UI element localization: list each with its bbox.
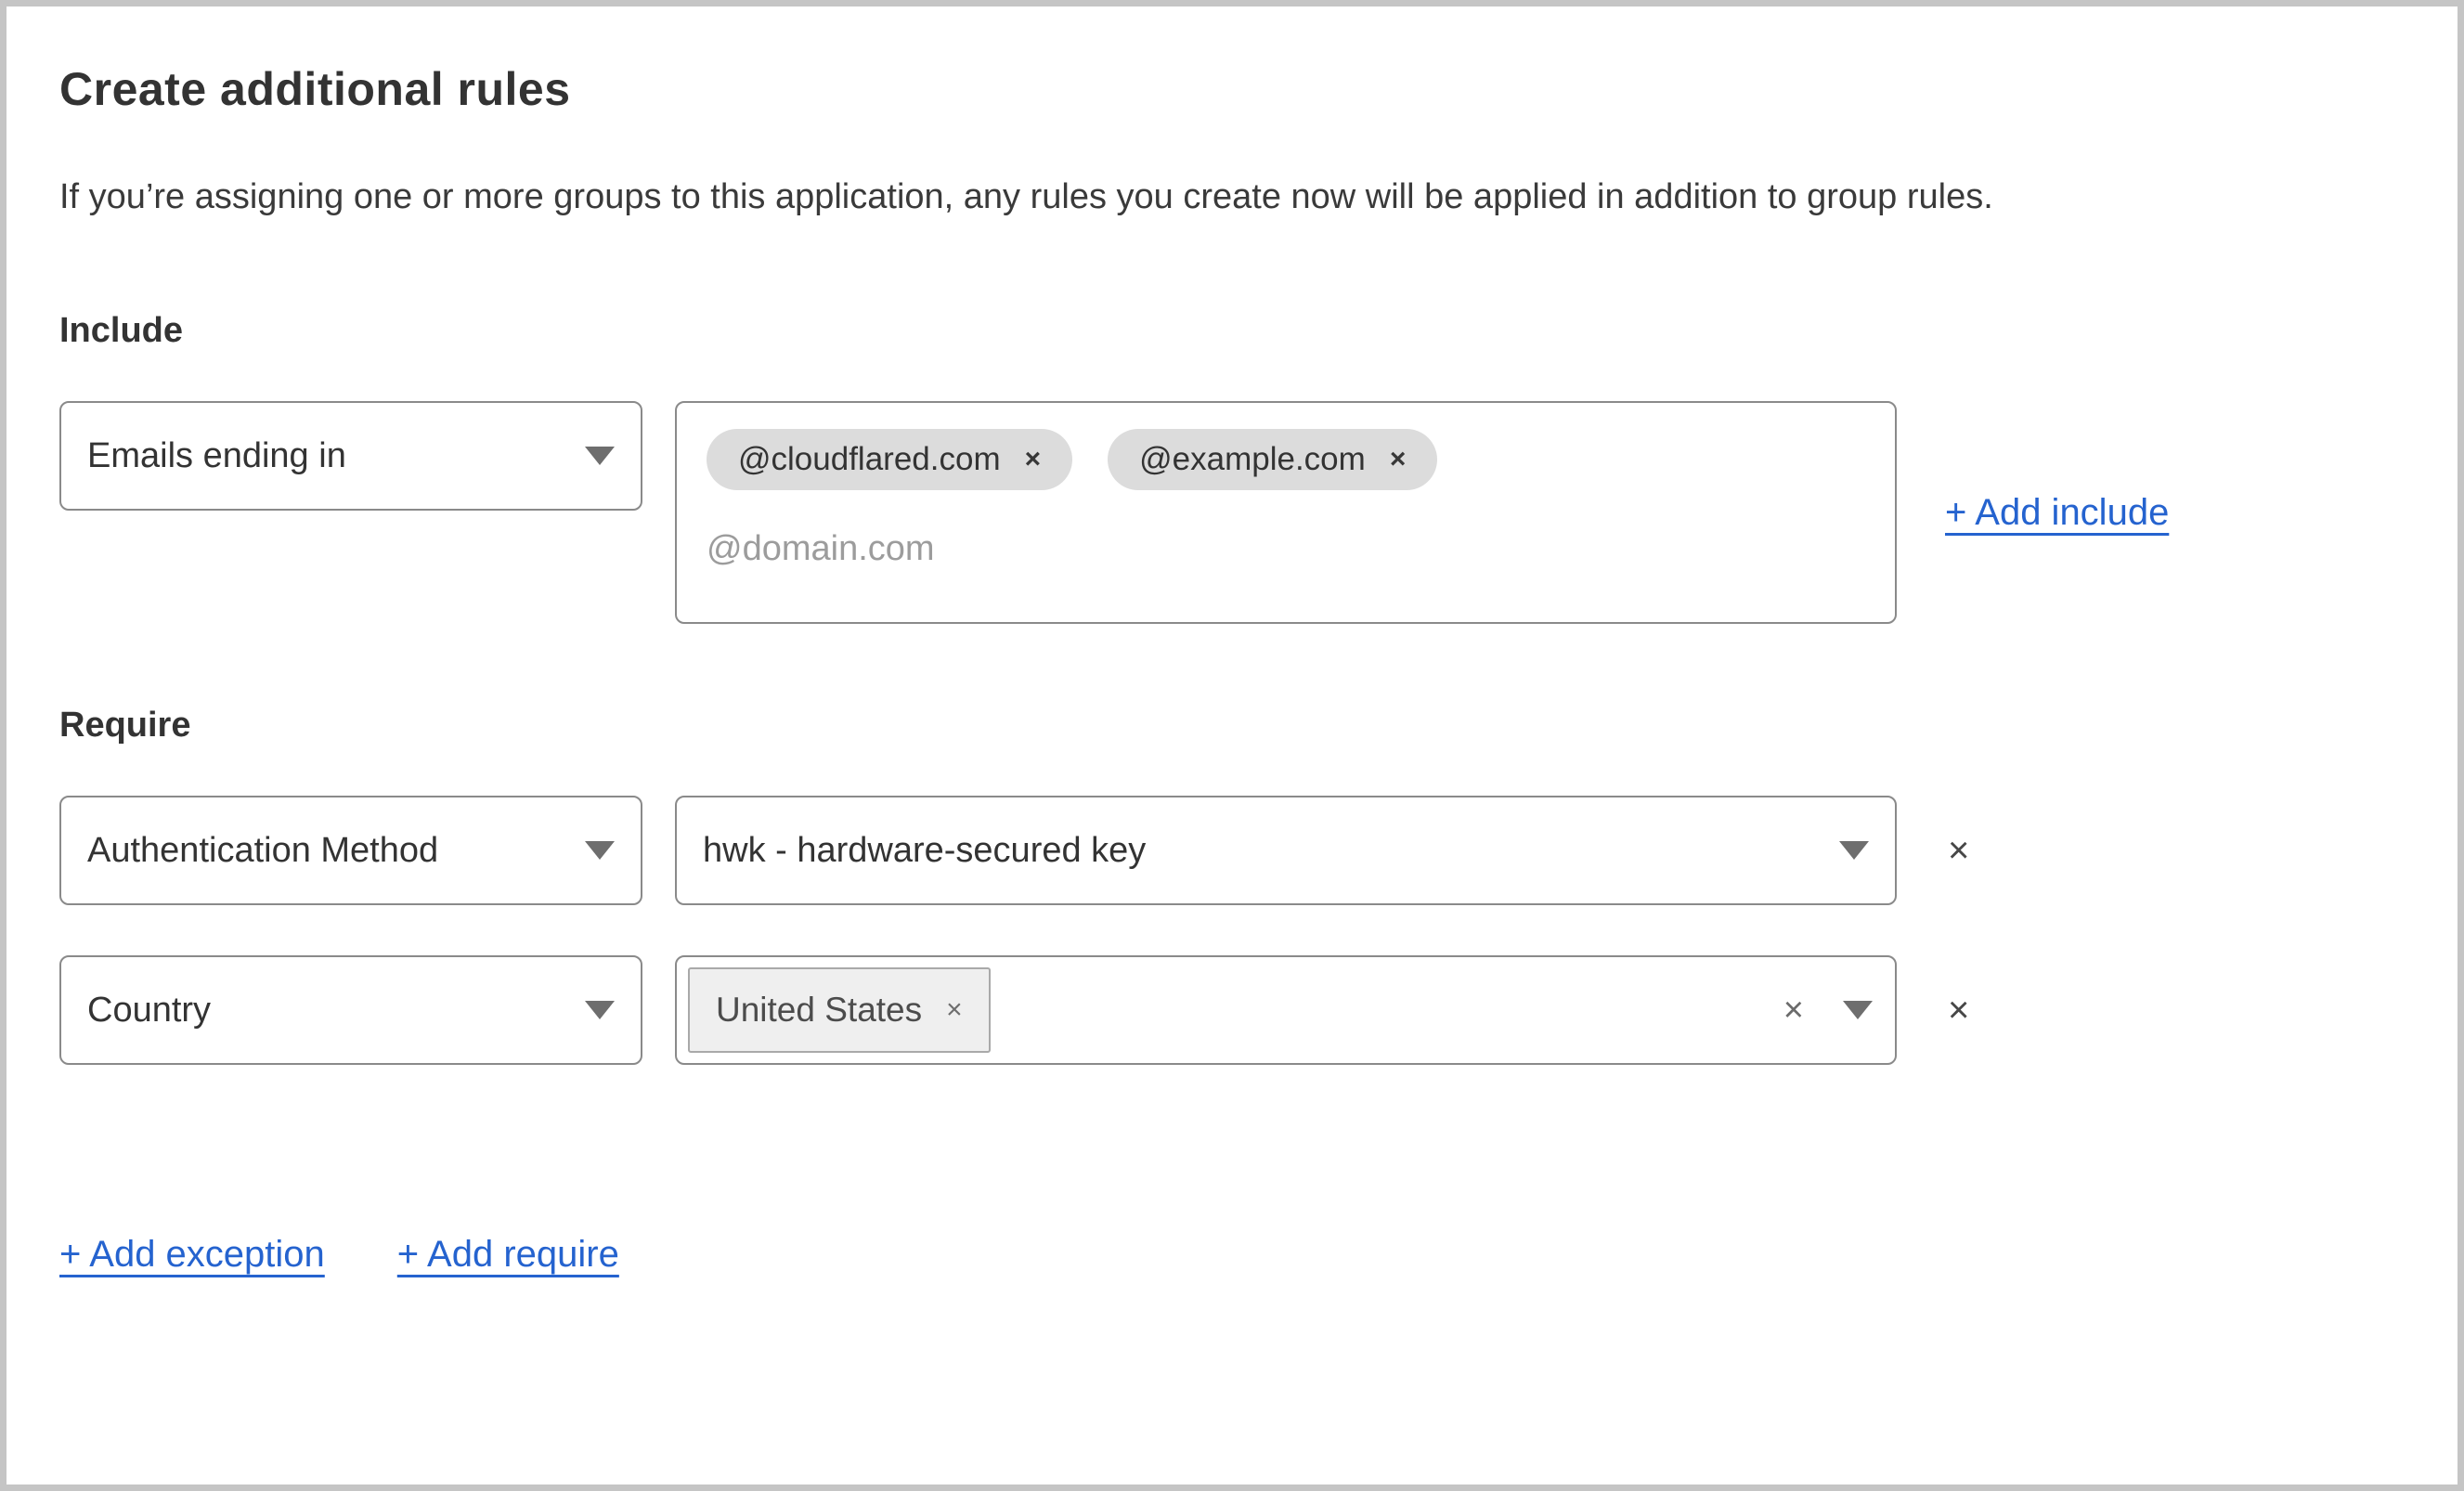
country-multiselect[interactable]: United States × × (675, 955, 1897, 1065)
add-exception-link[interactable]: + Add exception (59, 1234, 325, 1276)
require-heading: Require (59, 706, 191, 745)
create-rules-panel: Create additional rules If you’re assign… (6, 6, 2458, 1276)
country-tag-label: United States (716, 991, 923, 1029)
chevron-down-icon (585, 447, 615, 465)
remove-tag-icon[interactable]: × (1025, 446, 1042, 473)
email-tag-label: @cloudflared.com (738, 441, 1001, 477)
chevron-down-icon (1843, 1001, 1873, 1019)
include-selector-value: Emails ending in (87, 435, 346, 475)
chevron-down-icon (585, 841, 615, 860)
page-title: Create additional rules (59, 63, 571, 115)
include-selector-dropdown[interactable]: Emails ending in (59, 401, 642, 511)
remove-tag-icon[interactable]: × (946, 996, 963, 1024)
auth-method-dropdown[interactable]: hwk - hardware-secured key (675, 796, 1897, 905)
require-rule-row-auth: Authentication Method hwk - hardware-sec… (59, 796, 2405, 905)
remove-tag-icon[interactable]: × (1390, 446, 1407, 473)
intro-text: If you’re assigning one or more groups t… (59, 177, 1993, 216)
chevron-down-icon (1839, 841, 1869, 860)
include-heading: Include (59, 311, 184, 350)
add-require-link[interactable]: + Add require (397, 1234, 619, 1276)
email-domain-input[interactable] (707, 529, 1542, 569)
email-tag: @cloudflared.com × (707, 429, 1073, 490)
require-selector-dropdown[interactable]: Authentication Method (59, 796, 642, 905)
include-rule-row: Emails ending in @cloudflared.com × @exa… (59, 401, 2405, 624)
clear-icon[interactable]: × (1783, 992, 1804, 1028)
country-selector-dropdown[interactable]: Country (59, 955, 642, 1065)
email-tag-list: @cloudflared.com × @example.com × (707, 429, 1865, 490)
footer-links: + Add exception + Add require (59, 1234, 2405, 1276)
require-selector-value: Authentication Method (87, 830, 439, 870)
require-rule-row-country: Country United States × × × (59, 955, 2405, 1065)
chevron-down-icon (585, 1001, 615, 1019)
email-tag-label: @example.com (1139, 441, 1366, 477)
country-tag: United States × (688, 967, 991, 1053)
email-tags-field[interactable]: @cloudflared.com × @example.com × (675, 401, 1897, 624)
email-tag: @example.com × (1108, 429, 1438, 490)
add-include-link[interactable]: + Add include (1945, 492, 2169, 534)
remove-rule-button[interactable]: × (1948, 832, 1969, 869)
country-selector-value: Country (87, 990, 212, 1030)
remove-rule-button[interactable]: × (1948, 992, 1969, 1029)
auth-method-value: hwk - hardware-secured key (703, 830, 1147, 870)
